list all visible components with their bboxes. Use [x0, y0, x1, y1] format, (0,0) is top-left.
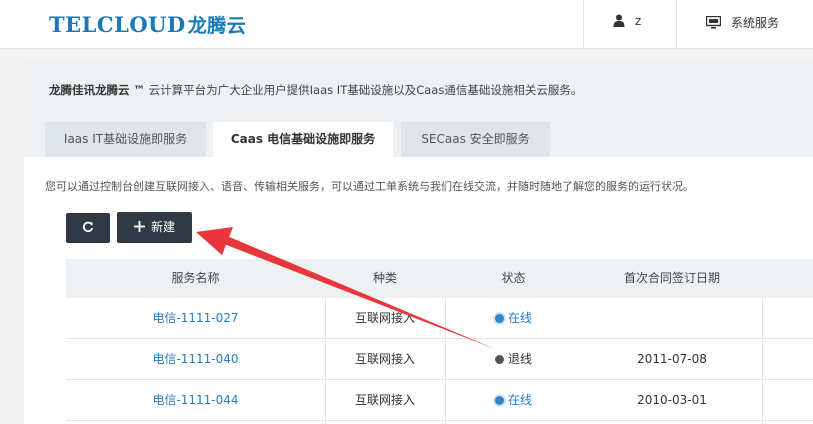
- platform-intro: 龙腾佳讯龙腾云 ™ 云计算平台为广大企业用户提供Iaas IT基础设施以及Caa…: [49, 82, 582, 98]
- contract-date: 2011-07-08: [637, 352, 707, 366]
- user-menu[interactable]: z: [613, 14, 641, 28]
- logo[interactable]: TELCLOUD 龙腾云: [49, 11, 246, 38]
- divider: [676, 0, 677, 49]
- status-offline-icon: [494, 355, 504, 364]
- intro-brand: 龙腾佳讯龙腾云 ™: [49, 83, 146, 97]
- service-description: 您可以通过控制台创建互联网接入、语音、传输相关服务，可以通过工单系统与我们在线交…: [45, 180, 694, 193]
- tab-iaas[interactable]: Iaas IT基础设施即服务: [45, 122, 206, 157]
- refresh-button[interactable]: [66, 213, 110, 243]
- new-button-label: 新建: [150, 220, 175, 234]
- contract-date: [582, 298, 762, 338]
- new-button[interactable]: 新建: [117, 212, 192, 243]
- tab-caas[interactable]: Caas 电信基础设施即服务: [213, 122, 393, 157]
- table-row[interactable]: 电信-1111-040 互联网接入 退线 2011-07-08: [66, 339, 813, 380]
- monitor-icon: [705, 15, 722, 29]
- logo-text: TELCLOUD: [49, 12, 186, 37]
- status-cell: 退线: [445, 339, 582, 379]
- refresh-icon: [82, 221, 94, 233]
- user-icon: [613, 14, 625, 27]
- column-divider: [325, 298, 326, 424]
- panel-header: 龙腾佳讯龙腾云 ™ 云计算平台为广大企业用户提供Iaas IT基础设施以及Caa…: [24, 62, 813, 157]
- system-service-label: 系统服务: [731, 16, 780, 30]
- status-online-icon: [494, 314, 504, 323]
- table-row[interactable]: 电信-1111-044 互联网接入 在线 2010-03-01: [66, 380, 813, 421]
- service-name-link[interactable]: 电信-1111-040: [66, 339, 325, 379]
- status-cell: 在线: [445, 380, 582, 420]
- table-header: 服务名称 种类 状态 首次合同签订日期: [66, 259, 813, 298]
- service-name-link[interactable]: 电信-1111-044: [66, 380, 325, 420]
- divider: [583, 0, 584, 49]
- tab-secaas[interactable]: SECaas 安全即服务: [401, 122, 550, 157]
- header-type[interactable]: 种类: [325, 259, 445, 298]
- top-bar: TELCLOUD 龙腾云 z 系统服务: [0, 0, 813, 49]
- intro-text: 云计算平台为广大企业用户提供Iaas IT基础设施以及Caas通信基础设施相关云…: [145, 83, 583, 97]
- table-row[interactable]: 电信-1111-027 互联网接入 在线: [66, 298, 813, 339]
- service-name-link[interactable]: 电信-1111-027: [66, 298, 325, 338]
- service-type: 互联网接入: [354, 393, 415, 407]
- column-divider: [445, 298, 446, 424]
- status-text: 在线: [507, 311, 532, 325]
- status-online-icon: [494, 396, 504, 405]
- service-type: 互联网接入: [354, 352, 415, 366]
- column-divider: [762, 298, 763, 424]
- user-name: z: [635, 14, 642, 28]
- header-contract-date[interactable]: 首次合同签订日期: [582, 259, 762, 298]
- system-service-menu[interactable]: 系统服务: [705, 14, 780, 31]
- plus-icon: [133, 221, 145, 232]
- status-cell: 在线: [445, 298, 582, 338]
- logo-cn: 龙腾云: [187, 15, 247, 37]
- contract-date: 2010-03-01: [637, 393, 707, 407]
- status-text: 在线: [507, 393, 532, 407]
- service-type: 互联网接入: [354, 311, 415, 325]
- header-status[interactable]: 状态: [445, 259, 582, 298]
- status-text: 退线: [507, 352, 532, 366]
- header-service-name[interactable]: 服务名称: [66, 259, 325, 298]
